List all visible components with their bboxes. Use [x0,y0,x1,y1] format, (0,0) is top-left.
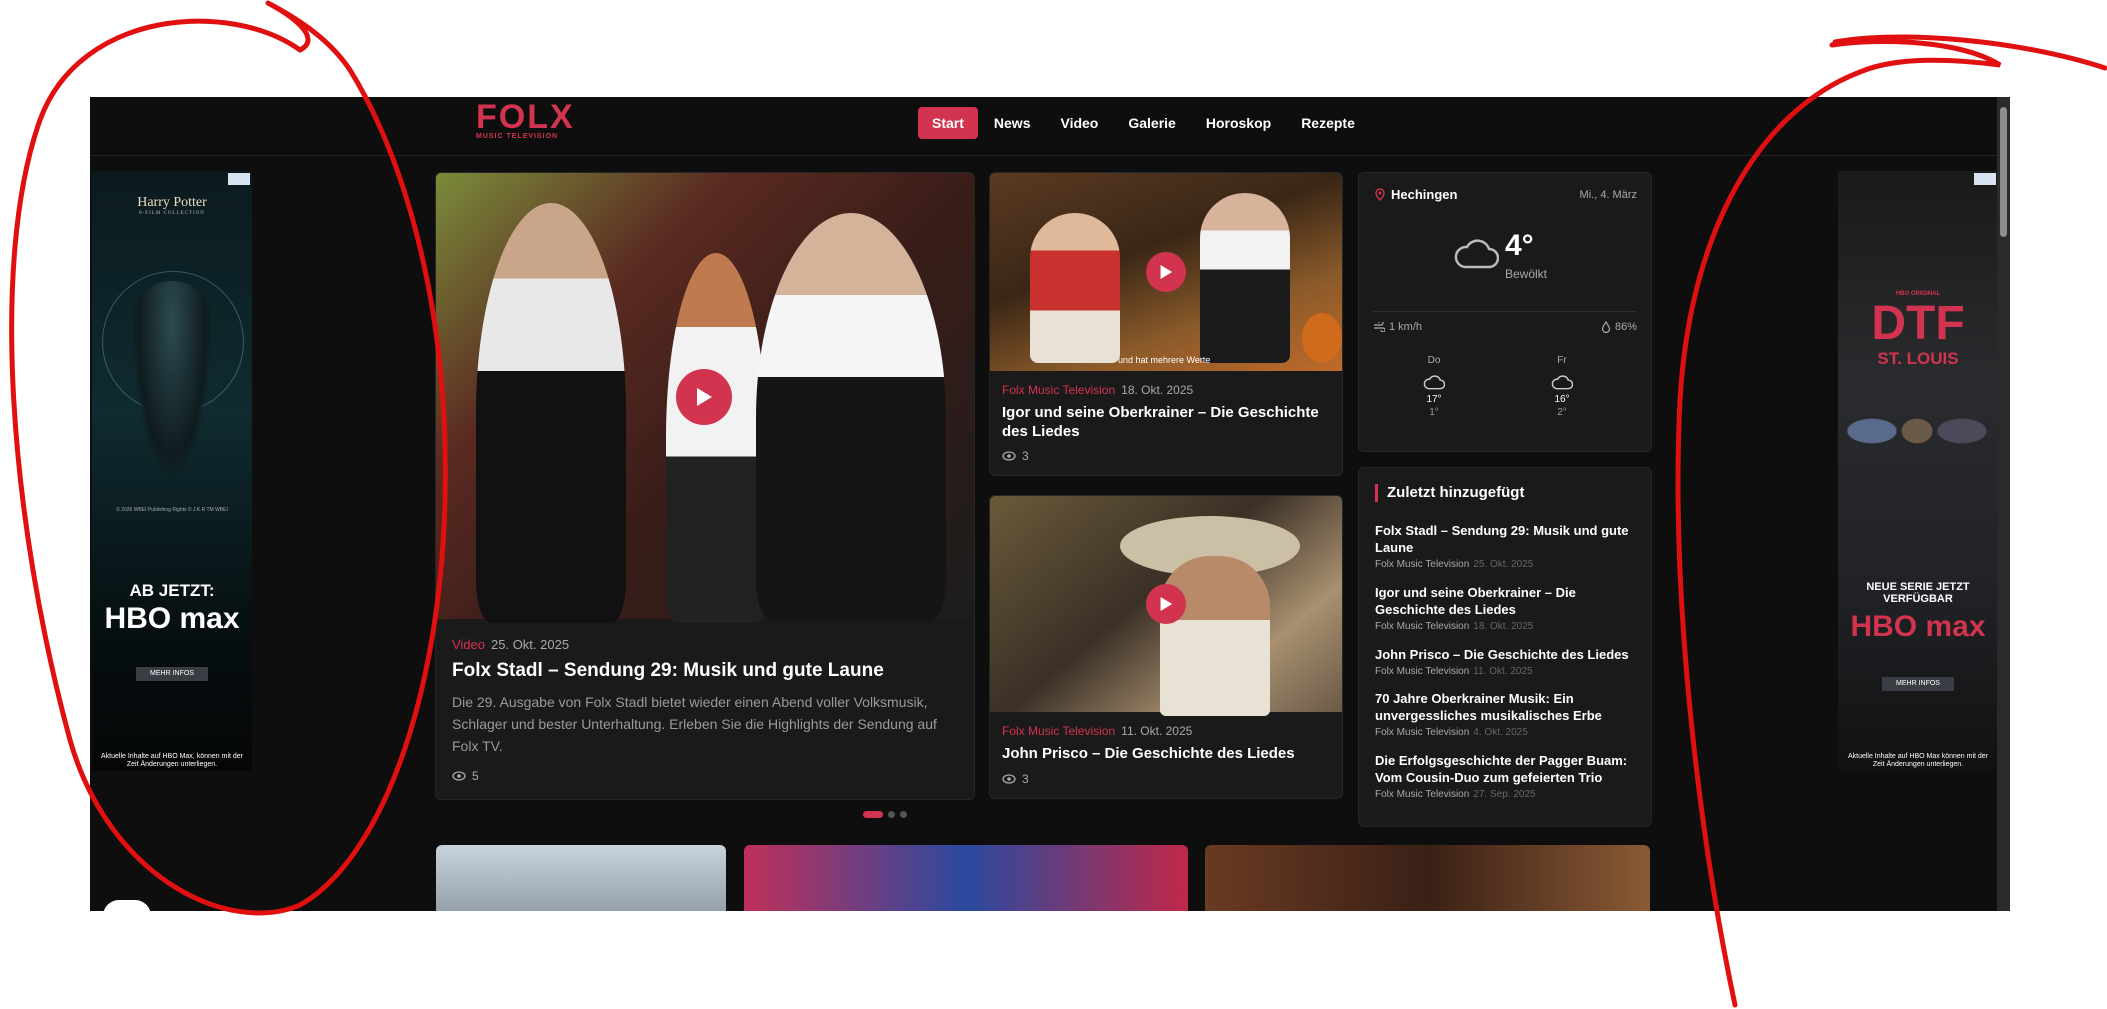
location-pin-icon [1375,188,1385,201]
logo-text: FOLX [476,98,575,136]
cloud-icon [1423,375,1445,390]
hero-thumbnail[interactable] [436,173,974,623]
play-icon [697,388,712,406]
ad-figure-image [132,281,212,481]
list-item[interactable]: Igor und seine Oberkrainer – Die Geschic… [1375,584,1641,632]
ad-title: DTF [1871,297,1965,350]
carousel-dots [863,811,907,818]
play-icon [1160,597,1173,611]
ad-fine-print: Aktuelle Inhalte auf HBO Max, können mit… [100,753,244,768]
list-item[interactable]: John Prisco – Die Geschichte des Liedes … [1375,646,1641,677]
card-category[interactable]: Folx Music Television [1002,724,1115,738]
main-nav: Start News Video Galerie Horoskop Rezept… [918,107,1371,139]
eye-icon [1002,451,1016,461]
recently-added-list: Zuletzt hinzugefügt Folx Stadl – Sendung… [1358,467,1652,827]
card-image-caption: und hat mehrere Werte [1118,355,1211,365]
list-item[interactable]: Die Erfolgsgeschichte der Pagger Buam: V… [1375,752,1641,800]
play-button[interactable] [1146,584,1186,624]
weather-humidity: 86% [1601,321,1637,333]
divider [1373,311,1637,312]
weather-temperature: 4° [1505,229,1534,262]
ad-hbo-logo: HBO max [104,602,240,635]
article-thumbnail[interactable] [1205,845,1650,911]
video-card[interactable]: Folx Music Television 11. Okt. 2025 John … [989,495,1343,799]
cloud-icon [1454,239,1499,269]
cloud-icon [1551,375,1573,390]
video-card[interactable]: und hat mehrere Werte Folx Music Televis… [989,172,1343,476]
card-meta: Folx Music Television 11. Okt. 2025 [1002,724,1192,738]
hero-meta: Video 25. Okt. 2025 [452,637,569,652]
scrollbar-thumb[interactable] [2000,107,2007,237]
hero-title[interactable]: Folx Stadl – Sendung 29: Musik und gute … [452,659,962,683]
ad-banner-right[interactable]: HBO ORIGINAL DTF ST. LOUIS NEUE SERIE JE… [1838,171,1998,771]
nav-item-news[interactable]: News [980,107,1045,139]
card-views: 3 [1002,772,1029,786]
ad-subtitle: ST. LOUIS [1877,349,1959,368]
adchoices-icon[interactable] [228,173,250,185]
hero-views: 5 [452,769,479,783]
carousel-dot-active[interactable] [863,811,883,818]
ad-brand: Harry Potter 8-FILM COLLECTION [137,195,207,216]
card-meta: Folx Music Television 18. Okt. 2025 [1002,383,1193,397]
list-item[interactable]: 70 Jahre Oberkrainer Musik: Ein unverges… [1375,690,1641,738]
card-date: 18. Okt. 2025 [1121,383,1194,397]
article-thumbnail[interactable] [744,845,1188,911]
ad-banner-left[interactable]: Harry Potter 8-FILM COLLECTION © 2026 WB… [92,171,252,771]
chat-bubble[interactable] [103,900,151,911]
card-thumbnail[interactable] [990,496,1342,716]
adchoices-icon[interactable] [1974,173,1996,185]
nav-item-video[interactable]: Video [1046,107,1112,139]
forecast-day: Do 17° 1° [1404,355,1464,418]
hero-date: 25. Okt. 2025 [491,637,570,652]
weather-wind: 1 km/h [1373,321,1422,333]
card-views: 3 [1002,449,1029,463]
ad-hbo-logo: HBO max [1850,610,1986,643]
weather-location: Hechingen [1375,187,1457,202]
scrollbar[interactable] [1997,97,2010,911]
eye-icon [1002,774,1016,784]
card-title[interactable]: John Prisco – Die Geschichte des Liedes [1002,744,1330,763]
card-title[interactable]: Igor und seine Oberkrainer – Die Geschic… [1002,403,1330,441]
list-item[interactable]: Folx Stadl – Sendung 29: Musik und gute … [1375,522,1641,570]
weather-condition: Bewölkt [1505,267,1548,281]
ad-people-image [1842,371,1992,491]
site-logo[interactable]: FOLX MUSIC TELEVISION [476,99,576,145]
ad-more-info-button[interactable]: MEHR INFOS [136,667,208,681]
hero-description: Die 29. Ausgabe von Folx Stadl bietet wi… [452,694,937,754]
carousel-dot[interactable] [888,811,895,818]
weather-widget: Hechingen Mi., 4. März 4° Bewölkt 1 km/h… [1358,172,1652,452]
section-heading: Zuletzt hinzugefügt [1375,484,1524,502]
article-thumbnail[interactable] [436,845,726,911]
nav-item-horoskop[interactable]: Horoskop [1192,107,1285,139]
carousel-dot[interactable] [900,811,907,818]
ad-cta: NEUE SERIE JETZT VERFÜGBAR [1866,581,1970,605]
nav-item-galerie[interactable]: Galerie [1114,107,1189,139]
humidity-icon [1601,321,1611,333]
nav-item-start[interactable]: Start [918,107,978,139]
ad-more-info-button[interactable]: MEHR INFOS [1882,677,1954,691]
nav-item-rezepte[interactable]: Rezepte [1287,107,1369,139]
hero-article[interactable]: Video 25. Okt. 2025 Folx Stadl – Sendung … [435,172,975,800]
site-header: FOLX MUSIC TELEVISION Start News Video G… [90,97,1997,156]
browser-viewport: FOLX MUSIC TELEVISION Start News Video G… [90,97,2010,911]
play-icon [1160,265,1173,279]
card-category[interactable]: Folx Music Television [1002,383,1115,397]
forecast-day: Fr 16° 2° [1532,355,1592,418]
card-thumbnail[interactable]: und hat mehrere Werte [990,173,1342,371]
card-date: 11. Okt. 2025 [1121,724,1193,738]
weather-date: Mi., 4. März [1579,189,1637,201]
eye-icon [452,771,466,781]
play-button[interactable] [1146,252,1186,292]
play-button[interactable] [676,369,732,425]
ad-fine-print: Aktuelle Inhalte auf HBO Max können mit … [1847,753,1989,768]
ad-cta: AB JETZT: [129,581,215,600]
wind-icon [1374,322,1385,332]
annotation-curve-top-right [1832,34,2107,71]
hero-category[interactable]: Video [452,637,485,652]
ad-copyright: © 2026 WBEI Publishing Rights © J.K.R TM… [116,507,228,513]
